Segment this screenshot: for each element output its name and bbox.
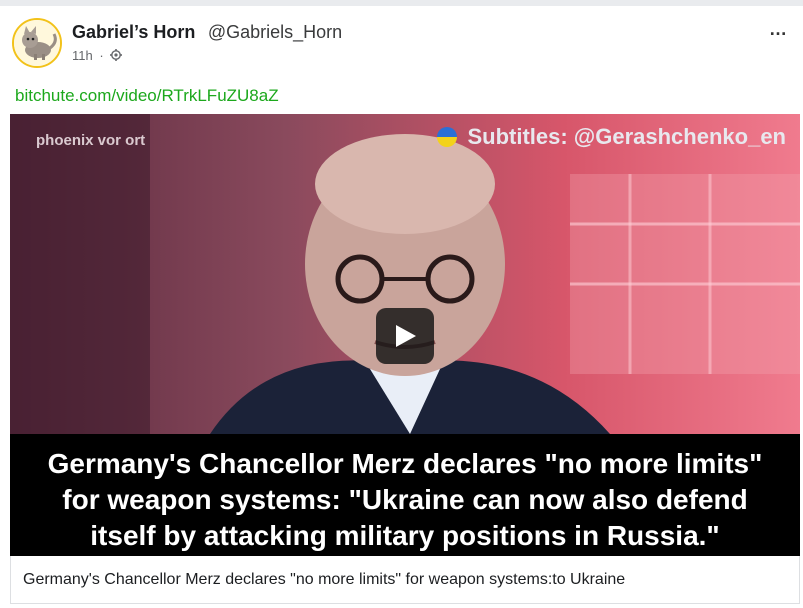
subtitle-bar: Germany's Chancellor Merz declares "no m… <box>10 434 800 556</box>
link-caption[interactable]: Germany's Chancellor Merz declares "no m… <box>10 556 800 604</box>
video-frame-image <box>10 114 800 434</box>
audience-icon <box>110 48 123 63</box>
author-handle[interactable]: @Gabriels_Horn <box>208 22 342 42</box>
author-line: Gabriel’s Horn @Gabriels_Horn <box>72 22 342 43</box>
post-link[interactable]: bitchute.com/video/RTrkLFuZU8aZ <box>15 86 279 106</box>
video-preview[interactable]: phoenix vor ort Subtitles: @Gerashchenko… <box>10 114 800 556</box>
more-options-button[interactable]: … <box>765 20 791 40</box>
author-name[interactable]: Gabriel’s Horn <box>72 22 195 42</box>
caption-text: Germany's Chancellor Merz declares "no m… <box>23 571 626 588</box>
post-time[interactable]: 11h <box>72 48 93 63</box>
cat-avatar-icon <box>14 20 60 66</box>
subtitle-credit: Subtitles: @Gerashchenko_en <box>437 124 786 150</box>
channel-watermark: phoenix vor ort <box>36 132 146 149</box>
meta-separator: · <box>99 48 104 63</box>
play-button[interactable] <box>376 308 434 364</box>
post-header: Gabriel’s Horn @Gabriels_Horn 11h · … <box>12 18 791 74</box>
avatar[interactable] <box>12 18 62 68</box>
play-icon <box>396 325 416 347</box>
subtitle-line-1: Germany's Chancellor Merz declares "no m… <box>47 448 763 479</box>
post-meta: 11h · <box>72 48 123 63</box>
ukraine-flag-icon <box>437 127 458 147</box>
subtitle-line-2: for weapon systems: "Ukraine can now als… <box>62 484 748 515</box>
subtitle-credit-text: Subtitles: @Gerashchenko_en <box>467 124 786 149</box>
post-card: Gabriel’s Horn @Gabriels_Horn 11h · … bi… <box>0 6 803 608</box>
subtitle-line-3: itself by attacking military positions i… <box>90 520 720 551</box>
